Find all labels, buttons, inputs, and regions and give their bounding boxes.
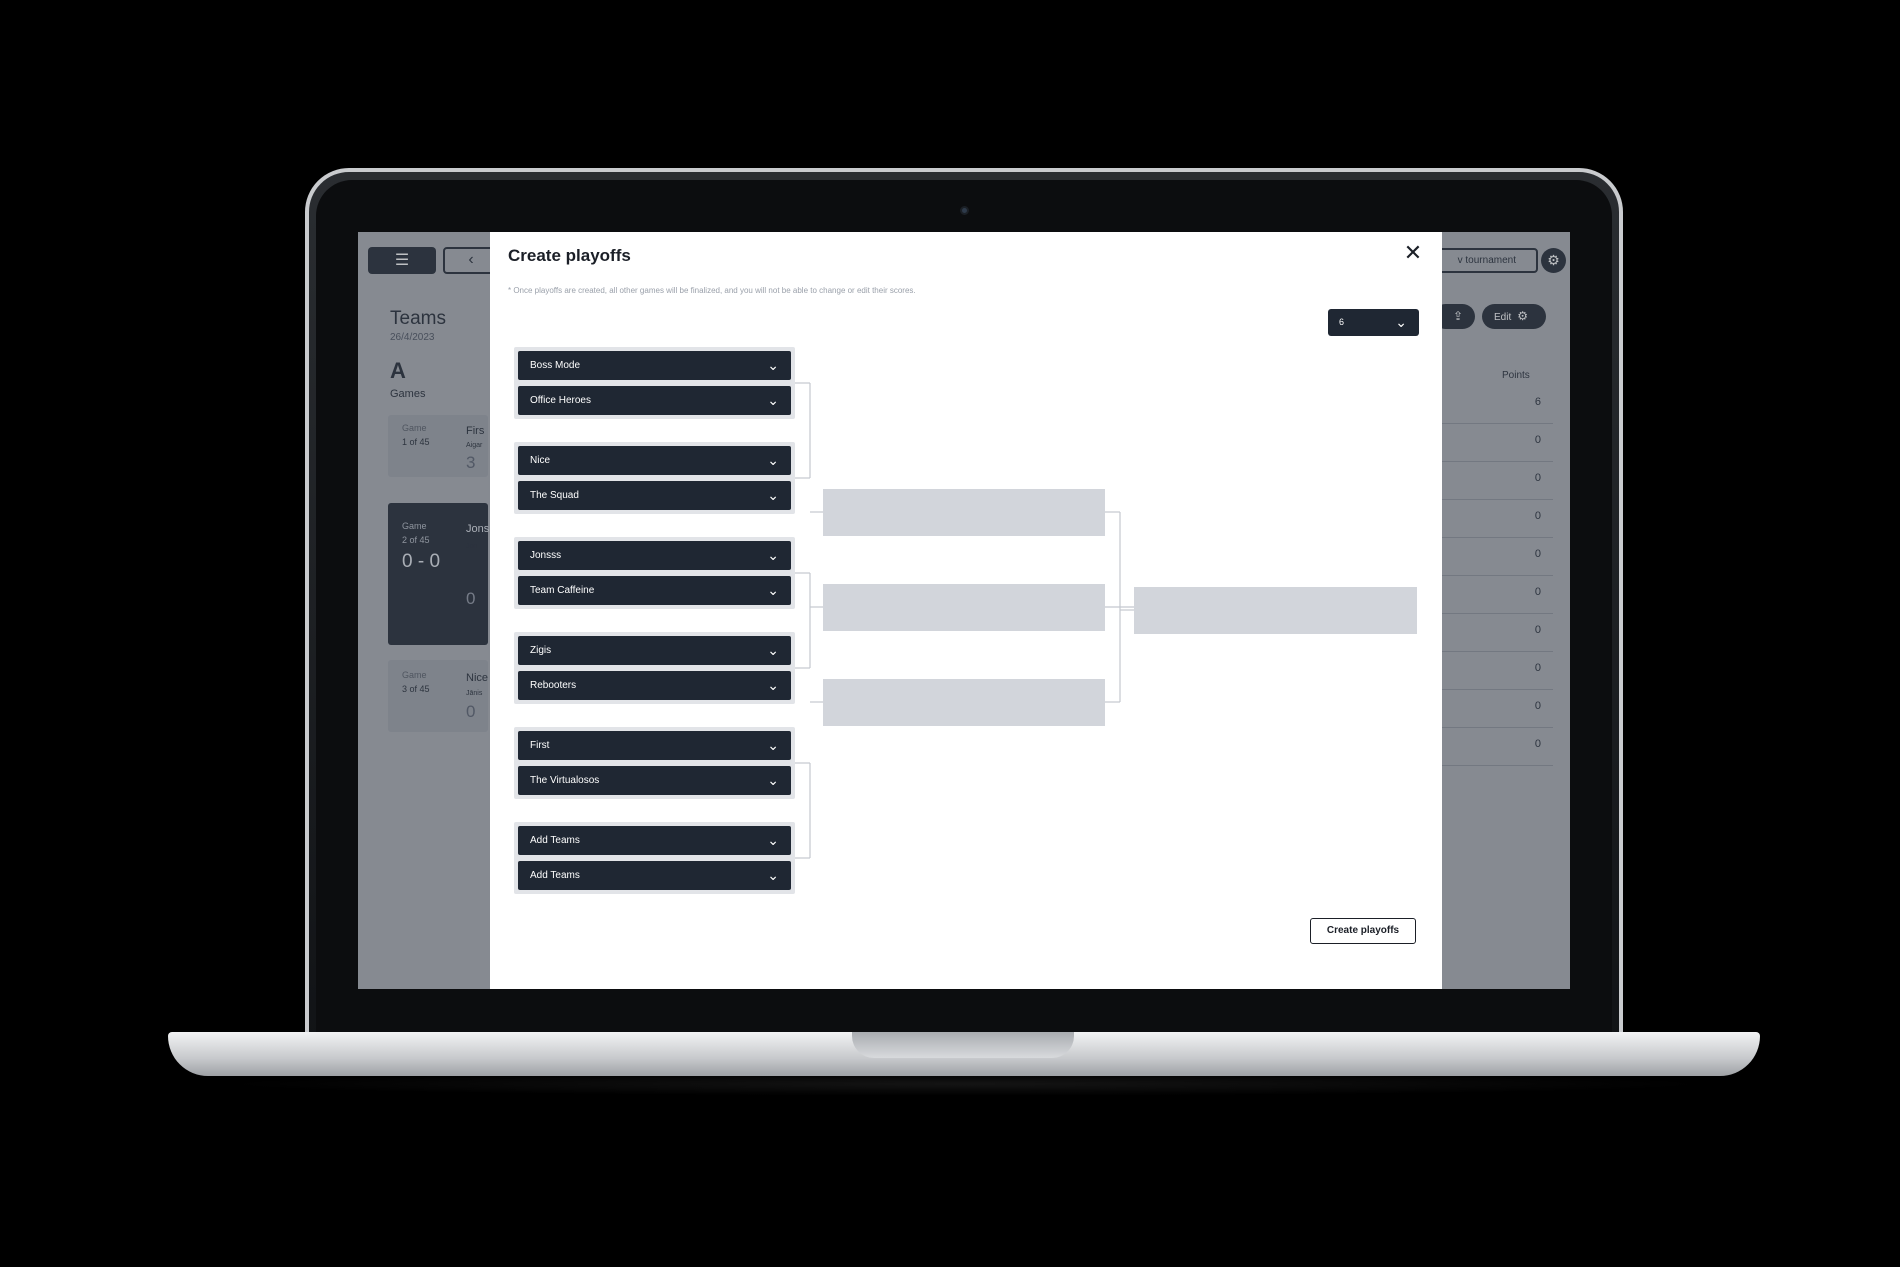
matchup-pair: Zigis ⌄ Rebooters ⌄ — [514, 632, 795, 704]
team-select[interactable]: Zigis ⌄ — [518, 636, 791, 665]
chevron-down-icon: ⌄ — [767, 832, 779, 848]
team-select[interactable]: Add Teams ⌄ — [518, 861, 791, 890]
round2-slot — [823, 489, 1105, 536]
chevron-down-icon: ⌄ — [767, 357, 779, 373]
create-playoffs-modal: Create playoffs ✕ * Once playoffs are cr… — [490, 232, 1442, 989]
matchup-pair: Nice ⌄ The Squad ⌄ — [514, 442, 795, 514]
team-select[interactable]: First ⌄ — [518, 731, 791, 760]
screen: ☰ ‹ Teams 26/4/2023 A Games Game 1 of 45… — [358, 232, 1570, 989]
webcam-icon — [960, 206, 969, 215]
team-select[interactable]: Jonsss ⌄ — [518, 541, 791, 570]
team-select[interactable]: Office Heroes ⌄ — [518, 386, 791, 415]
team-select[interactable]: The Squad ⌄ — [518, 481, 791, 510]
round2-slot — [823, 584, 1105, 631]
matchup-pair: Jonsss ⌄ Team Caffeine ⌄ — [514, 537, 795, 609]
laptop-shadow — [215, 1072, 1715, 1096]
team-select[interactable]: Team Caffeine ⌄ — [518, 576, 791, 605]
team-select[interactable]: Boss Mode ⌄ — [518, 351, 791, 380]
chevron-down-icon: ⌄ — [767, 452, 779, 468]
matchup-pair: Boss Mode ⌄ Office Heroes ⌄ — [514, 347, 795, 419]
create-playoffs-button[interactable]: Create playoffs — [1310, 918, 1416, 944]
matchup-pair: Add Teams ⌄ Add Teams ⌄ — [514, 822, 795, 894]
chevron-down-icon: ⌄ — [767, 677, 779, 693]
chevron-down-icon: ⌄ — [767, 392, 779, 408]
laptop-notch — [852, 1032, 1074, 1058]
final-slot — [1134, 587, 1417, 634]
matchup-pair: First ⌄ The Virtualosos ⌄ — [514, 727, 795, 799]
chevron-down-icon: ⌄ — [767, 867, 779, 883]
chevron-down-icon: ⌄ — [767, 772, 779, 788]
chevron-down-icon: ⌄ — [767, 642, 779, 658]
team-select[interactable]: The Virtualosos ⌄ — [518, 766, 791, 795]
chevron-down-icon: ⌄ — [767, 547, 779, 563]
chevron-down-icon: ⌄ — [767, 737, 779, 753]
team-select[interactable]: Rebooters ⌄ — [518, 671, 791, 700]
team-select[interactable]: Add Teams ⌄ — [518, 826, 791, 855]
chevron-down-icon: ⌄ — [767, 582, 779, 598]
chevron-down-icon: ⌄ — [767, 487, 779, 503]
team-select[interactable]: Nice ⌄ — [518, 446, 791, 475]
round2-slot — [823, 679, 1105, 726]
